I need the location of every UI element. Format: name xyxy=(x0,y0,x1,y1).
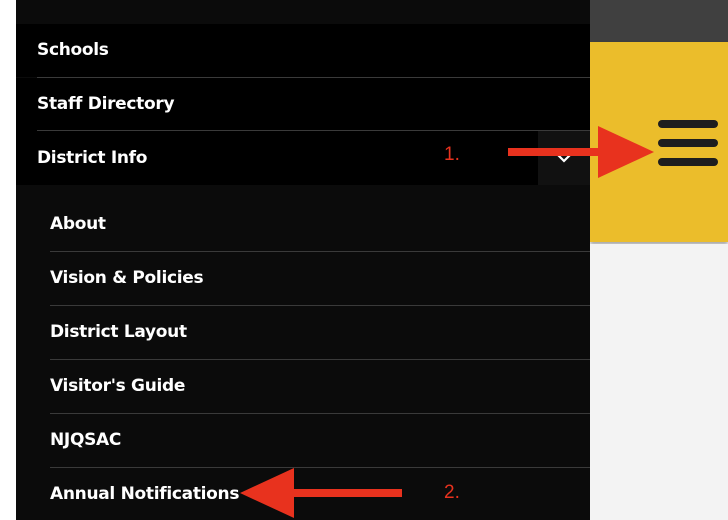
page-content xyxy=(590,244,728,520)
arrow-right-icon xyxy=(508,126,654,178)
menu-item-label: District Info xyxy=(37,148,148,168)
hamburger-menu-icon[interactable] xyxy=(658,120,718,170)
annotation-step-2: 2. xyxy=(444,482,460,503)
hamburger-bar xyxy=(658,158,718,166)
menu-item-label: Staff Directory xyxy=(37,94,175,114)
submenu-item-label: Annual Notifications xyxy=(50,484,240,504)
submenu-item-about[interactable]: About xyxy=(16,198,590,252)
navigation-drawer: Schools Staff Directory District Info Ab… xyxy=(16,0,590,520)
menu-item-staff-directory[interactable]: Staff Directory xyxy=(16,78,590,131)
hamburger-bar xyxy=(658,139,718,147)
hamburger-bar xyxy=(658,120,718,128)
top-bar xyxy=(590,0,728,42)
annotation-step-1: 1. xyxy=(444,144,460,165)
submenu-item-label: Vision & Policies xyxy=(50,268,204,288)
submenu-item-vision-policies[interactable]: Vision & Policies xyxy=(16,252,590,306)
submenu-item-label: About xyxy=(50,214,106,234)
submenu-item-label: NJQSAC xyxy=(50,430,122,450)
submenu-item-visitors-guide[interactable]: Visitor's Guide xyxy=(16,360,590,414)
submenu-item-njqsac[interactable]: NJQSAC xyxy=(16,414,590,468)
submenu-item-district-layout[interactable]: District Layout xyxy=(16,306,590,360)
menu-item-schools[interactable]: Schools xyxy=(16,24,590,77)
submenu-item-label: Visitor's Guide xyxy=(50,376,186,396)
submenu-item-label: District Layout xyxy=(50,322,187,342)
menu-item-label: Schools xyxy=(37,40,109,60)
arrow-left-icon xyxy=(240,468,402,518)
page: Schools Staff Directory District Info Ab… xyxy=(0,0,728,520)
